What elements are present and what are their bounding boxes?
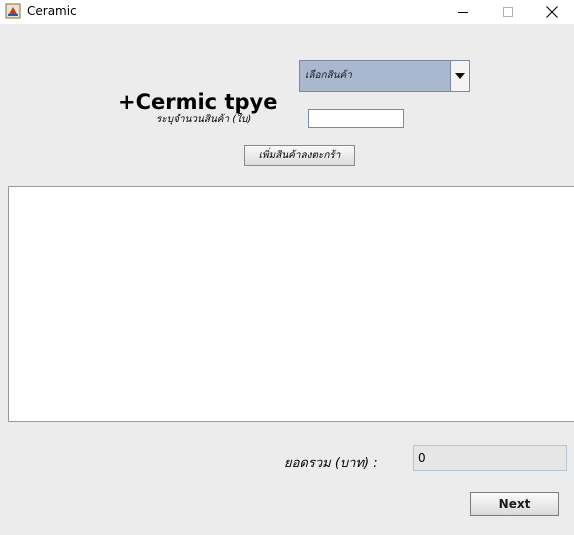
window-title: Ceramic (27, 4, 77, 18)
product-select[interactable]: เลือกสินค้า (299, 60, 470, 92)
quantity-input[interactable] (308, 109, 404, 128)
next-button[interactable]: Next (470, 492, 559, 516)
chevron-down-icon (455, 73, 465, 79)
ceramic-type-heading: +Cermic tpye (118, 90, 278, 114)
quantity-label: ระบุจำนวนสินค้า (ใบ) (156, 114, 252, 125)
dropdown-arrow-button[interactable] (450, 61, 469, 91)
add-to-cart-button[interactable]: เพิ่มสินค้าลงตะกร้า (244, 145, 355, 166)
minimize-button[interactable] (440, 0, 485, 24)
maximize-button[interactable] (485, 0, 530, 24)
total-value-field: 0 (413, 445, 567, 471)
close-icon (545, 6, 558, 18)
product-select-value: เลือกสินค้า (305, 70, 352, 81)
maximize-icon (502, 7, 513, 17)
minimize-icon (457, 12, 468, 13)
cart-items-area[interactable] (8, 186, 574, 422)
java-app-icon (5, 3, 21, 19)
close-button[interactable] (529, 0, 574, 24)
title-bar: Ceramic (0, 0, 574, 24)
total-label: ยอดรวม (บาท) : (284, 456, 378, 471)
